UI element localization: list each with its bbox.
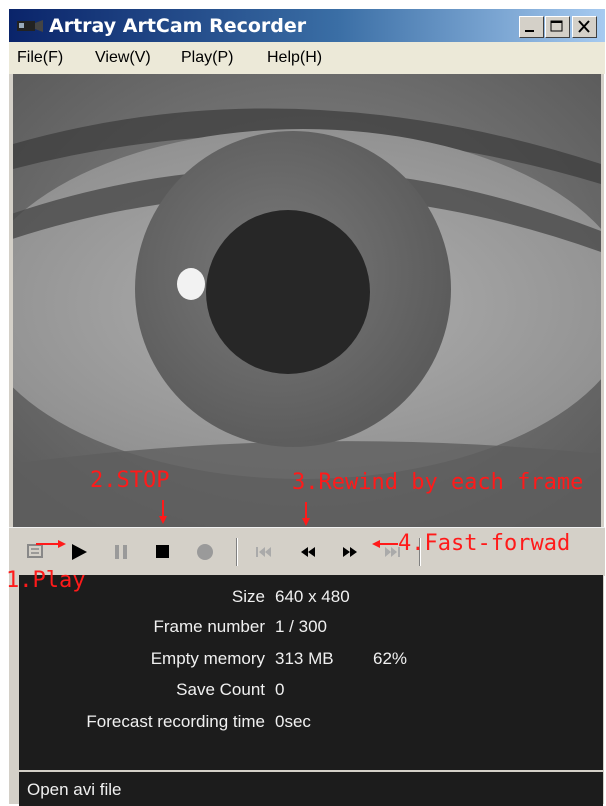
- arrowhead-rewind: [302, 518, 310, 526]
- arrowhead-fast-forward: [372, 540, 380, 548]
- arrowhead-stop: [159, 516, 167, 524]
- arrowhead-play: [58, 540, 66, 548]
- annotation-arrows: [36, 500, 398, 548]
